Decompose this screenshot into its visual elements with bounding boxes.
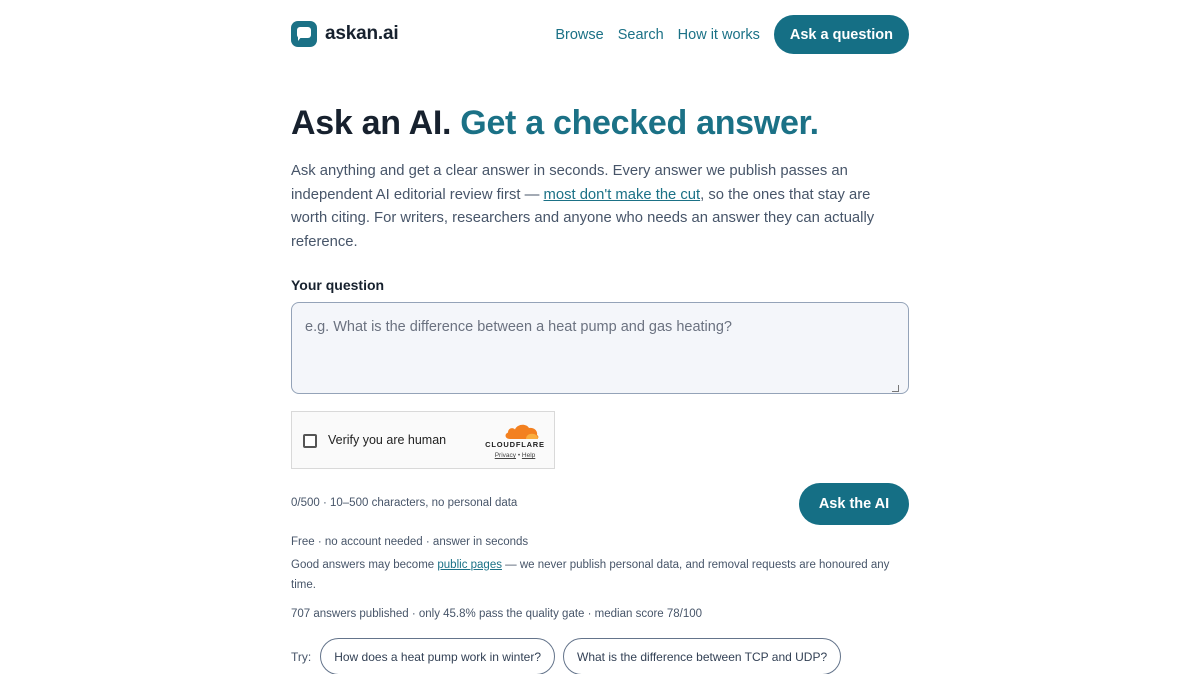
- page-title: Ask an AI. Get a checked answer.: [291, 104, 819, 143]
- free-note: Free · no account needed · answer in sec…: [291, 536, 529, 548]
- verify-checkbox[interactable]: [303, 434, 317, 448]
- public-pages-note: Good answers may become public pages — w…: [291, 555, 909, 595]
- example-chip[interactable]: How does a heat pump work in winter?: [320, 638, 555, 674]
- try-label: Try:: [291, 649, 312, 664]
- resize-handle-icon[interactable]: [892, 385, 899, 392]
- nav-browse[interactable]: Browse: [555, 27, 603, 43]
- captcha-privacy-link[interactable]: Privacy: [495, 452, 516, 459]
- ask-question-button[interactable]: Ask a question: [773, 15, 909, 54]
- example-chip[interactable]: What is the difference between TCP and U…: [563, 638, 842, 674]
- title-accent: Get a checked answer.: [460, 104, 819, 142]
- try-examples: Try: How does a heat pump work in winter…: [291, 638, 849, 674]
- logo[interactable]: askan.ai: [291, 21, 399, 47]
- most-dont-make-cut-link[interactable]: most don't make the cut: [544, 187, 701, 203]
- cloudflare-wordmark: CLOUDFLARE: [485, 440, 545, 449]
- question-input[interactable]: [291, 302, 909, 394]
- cloudflare-logo: CLOUDFLARE Privacy • Help: [482, 422, 548, 462]
- chat-bubble-icon: [291, 21, 317, 47]
- site-header: askan.ai Browse Search How it works Ask …: [291, 15, 909, 54]
- title-main: Ask an AI.: [291, 104, 452, 142]
- question-label: Your question: [291, 277, 385, 293]
- nav-search[interactable]: Search: [618, 27, 664, 43]
- captcha-links: Privacy • Help: [482, 452, 548, 459]
- captcha-widget: Verify you are human CLOUDFLARE Privacy …: [291, 411, 555, 469]
- public-note-text-1: Good answers may become: [291, 559, 435, 571]
- ask-ai-button[interactable]: Ask the AI: [799, 483, 909, 525]
- page: askan.ai Browse Search How it works Ask …: [291, 0, 909, 674]
- cloud-icon: [505, 424, 539, 439]
- character-counter: 0/500 · 10–500 characters, no personal d…: [291, 497, 518, 509]
- nav-how-it-works[interactable]: How it works: [678, 27, 760, 43]
- logo-text: askan.ai: [325, 23, 399, 44]
- intro-paragraph: Ask anything and get a clear answer in s…: [291, 160, 909, 254]
- verify-label: Verify you are human: [328, 433, 447, 447]
- stats-note: 707 answers published · only 45.8% pass …: [291, 608, 703, 620]
- captcha-help-link[interactable]: Help: [522, 452, 535, 459]
- main-nav: Browse Search How it works Ask a questio…: [555, 15, 909, 54]
- public-pages-link[interactable]: public pages: [437, 559, 502, 571]
